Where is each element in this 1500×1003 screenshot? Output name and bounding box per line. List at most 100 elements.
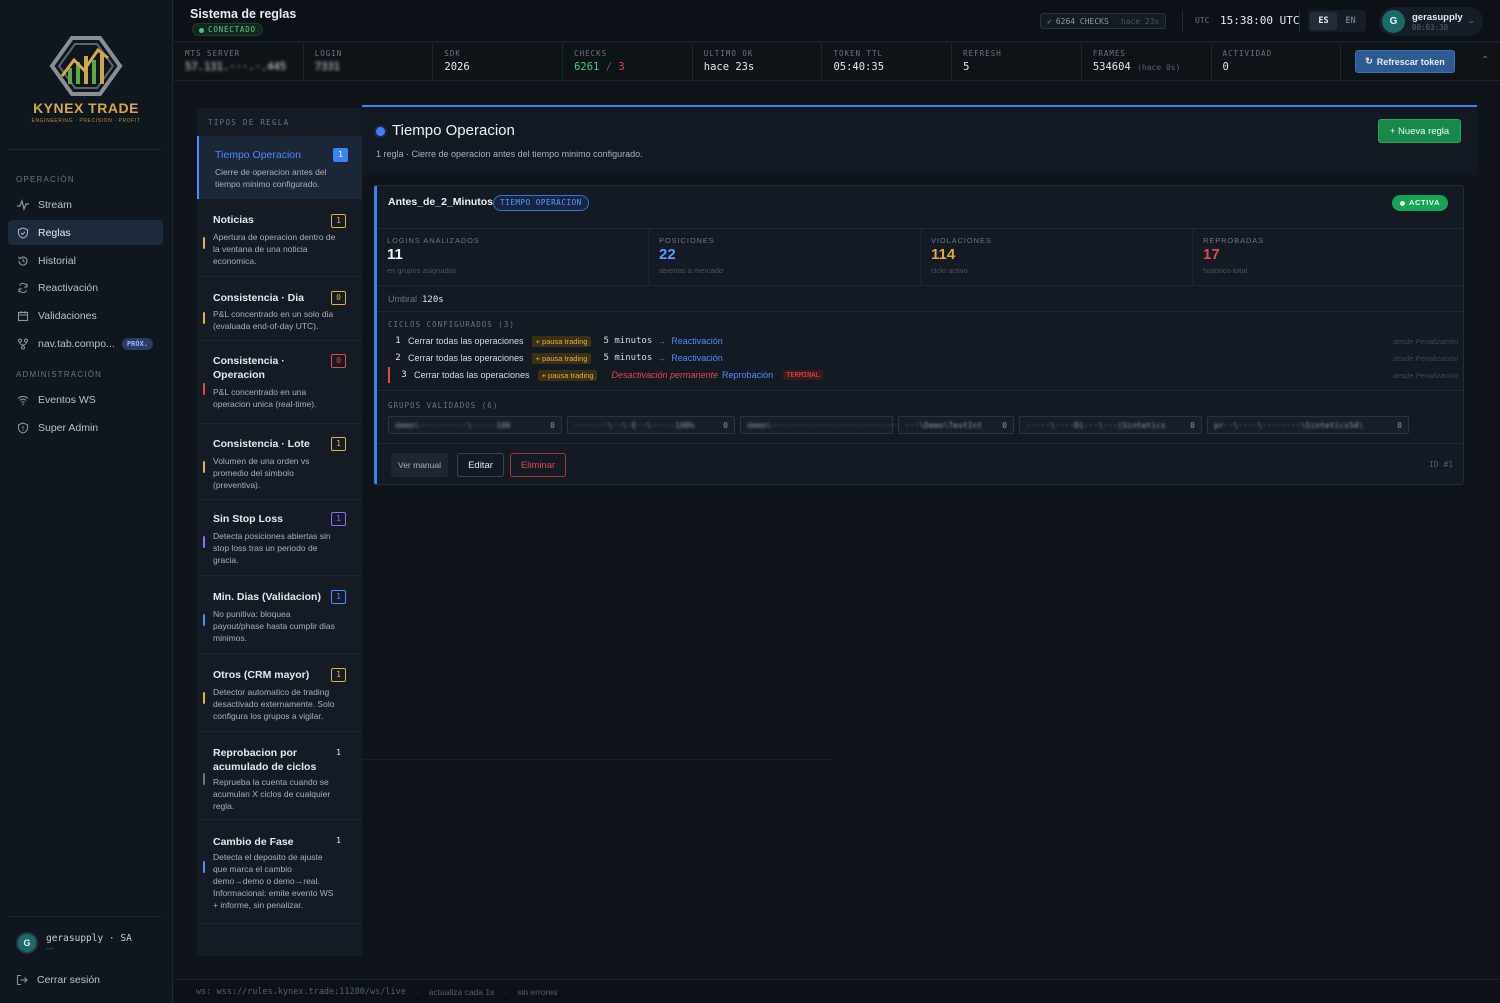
sidebar-item-historial[interactable]: Historial — [8, 248, 163, 273]
ws-endpoint: ws: wss://rules.kynex.trade:11280/ws/liv… — [196, 986, 406, 997]
pause-tag: + pausa trading — [537, 369, 598, 381]
rule-type-name: Tiempo Operacion — [215, 149, 301, 161]
lang-es-button[interactable]: ES — [1310, 12, 1337, 30]
rule-type-color-bar — [203, 312, 205, 324]
cycle-duration: 5 minutos — [603, 353, 653, 363]
stat-value: 2026 — [444, 61, 470, 73]
stat-label: TOKEN TTL — [833, 49, 884, 58]
lang-en-button[interactable]: EN — [1337, 12, 1364, 30]
group-name: demo\····························· — [747, 420, 911, 430]
sidebar-item-label: Reactivación — [38, 281, 99, 294]
rule-type-item[interactable]: Noticias Apertura de operacion dentro de … — [197, 203, 362, 277]
group-chip[interactable]: pr··\····\········\Sintetics54\ 0 — [1207, 416, 1409, 434]
activity-icon — [17, 198, 29, 211]
sidebar-item-reglas[interactable]: Reglas — [8, 220, 163, 245]
sidebar-item-label: Historial — [38, 254, 76, 267]
rule-threshold: Umbral :120s — [388, 294, 444, 305]
sidebar-divider — [8, 149, 162, 150]
delete-rule-button[interactable]: Eliminar — [510, 453, 566, 477]
refresh-token-button[interactable]: ↻ Refrescar token — [1355, 50, 1455, 73]
rule-type-item[interactable]: Consistencia · Operacion P&L concentrado … — [197, 345, 362, 424]
group-chip[interactable]: ·····\····Di···\···(Sintetics 0 — [1019, 416, 1202, 434]
brand-logo[interactable]: KYNEX TRADE ENGINEERING · PRECISION · PR… — [30, 36, 142, 126]
separator: · — [504, 986, 508, 997]
refresh-token-label: Refrescar token — [1376, 56, 1445, 67]
checks-ok: 6261 — [574, 61, 600, 73]
user-role: — — [46, 944, 54, 953]
rule-type-item[interactable]: Tiempo Operacion Cierre de operacion ante… — [197, 136, 362, 199]
rule-type-item[interactable]: Consistencia · Dia P&L concentrado en un … — [197, 282, 362, 341]
topbar: Sistema de reglas CONECTADO ✓ 6264 CHECK… — [174, 0, 1500, 42]
sidebar-item-reactivacion[interactable]: Reactivación — [8, 275, 163, 300]
stats-bar: MTS SERVER 57.131.···.·.445 LOGIN 7331 S… — [174, 43, 1500, 81]
edit-rule-button[interactable]: Editar — [457, 453, 504, 477]
rule-type-item[interactable]: Otros (CRM mayor) Detector automatico de … — [197, 657, 362, 732]
pause-tag: + pausa trading — [531, 335, 592, 347]
pause-tag: + pausa trading — [531, 352, 592, 364]
mts-server-value: 57.131.···.·.445 — [185, 61, 287, 73]
rule-type-item[interactable]: Sin Stop Loss Detecta posiciones abiertas… — [197, 502, 362, 576]
logout-button[interactable]: Cerrar sesión — [16, 974, 100, 986]
metric-logins: LOGINS ANALIZADOS 11 en grupos asignados — [377, 229, 649, 285]
cycle-next-link[interactable]: Reactivación — [671, 336, 723, 346]
group-name: ···\Demo\TestInt — [905, 420, 983, 430]
cycle-number: 2 — [395, 353, 401, 363]
sidebar-item-compo[interactable]: nav.tab.compo... PRÓX. — [8, 331, 163, 356]
metric-sub: en grupos asignados — [387, 266, 457, 275]
stat-value: 6261 / 3 — [574, 61, 692, 73]
branch-icon — [17, 338, 29, 350]
sidebar-item-stream[interactable]: Stream — [8, 192, 163, 217]
stat-label: LOGIN — [314, 49, 343, 58]
divider — [377, 311, 1464, 312]
cycle-next-link[interactable]: Reprobación — [722, 370, 773, 380]
stat-actividad: ACTIVIDAD 0 — [1212, 43, 1342, 80]
user-menu[interactable]: G gerasupply 00:03:38 ⌄ — [1379, 7, 1483, 36]
refresh-icon — [17, 282, 29, 294]
group-chip[interactable]: demo\·····························11 — [740, 416, 924, 434]
stat-value: hace 23s — [703, 61, 755, 73]
separator: · — [415, 986, 419, 997]
stat-login: LOGIN 7331 — [304, 43, 434, 80]
cycle-next-link[interactable]: Reactivación — [671, 353, 723, 363]
stat-label: ACTIVIDAD — [1222, 49, 1273, 58]
rule-type-item[interactable]: Consistencia · Lote Volumen de una orden … — [197, 426, 362, 500]
cycle-origin: desde Penalización — [1392, 353, 1458, 363]
sidebar-user[interactable]: G gerasupply · SA — — [16, 932, 132, 954]
sidebar-item-super-admin[interactable]: Super Admin — [8, 415, 163, 440]
rule-type-item[interactable]: Reprobacion por acumulado de ciclos Repru… — [197, 735, 362, 820]
rule-type-name: Noticias — [213, 214, 254, 226]
metric-sub: abiertas a mercado — [659, 266, 724, 275]
stat-label: REFRESH — [963, 49, 1002, 58]
chevron-up-icon[interactable]: ⌃ — [1481, 55, 1489, 66]
group-chip[interactable]: ·······\··\·E··\·····100% 0 — [567, 416, 735, 434]
user-name: gerasupply · SA — [46, 933, 132, 944]
rule-type-item[interactable]: Min. Dias (Validacion) No punitiva: bloqu… — [197, 580, 362, 654]
view-manual-button[interactable]: Ver manual — [391, 453, 448, 477]
metric-label: LOGINS ANALIZADOS — [387, 236, 480, 245]
threshold-label: Umbral : — [388, 294, 423, 304]
avatar: G — [1382, 10, 1405, 33]
cycle-duration: 5 minutos — [603, 336, 653, 346]
frames-value: 534604 — [1092, 61, 1131, 73]
group-name: ·····\····Di···\···(Sintetics — [1026, 420, 1166, 430]
sidebar-item-label: Stream — [38, 198, 72, 211]
metric-label: VIOLACIONES — [931, 236, 992, 245]
cycle-action: Cerrar todas las operaciones — [408, 336, 524, 346]
sidebar-item-validaciones[interactable]: Validaciones — [8, 303, 163, 328]
rule-type-count-badge: 1 — [331, 512, 346, 526]
group-chip[interactable]: demo\··········\·····100 0 — [388, 416, 562, 434]
stat-label: CHECKS — [574, 49, 608, 58]
user-name: gerasupply — [1412, 11, 1463, 23]
new-rule-button[interactable]: + Nueva regla — [1378, 119, 1461, 143]
coming-soon-badge: PRÓX. — [121, 337, 153, 350]
rule-type-header: Tiempo Operacion 1 regla · Cierre de ope… — [362, 105, 1477, 175]
metric-reprobadas: REPROBADAS 17 historico total — [1193, 229, 1464, 285]
group-chip[interactable]: ···\Demo\TestInt 0 — [898, 416, 1014, 434]
sidebar-item-eventos-ws[interactable]: Eventos WS — [8, 387, 163, 412]
group-name: pr··\····\········\Sintetics54\ — [1214, 420, 1364, 430]
rule-type-color-bar — [203, 461, 205, 473]
rule-type-item[interactable]: Cambio de Fase Detecta el deposito de aju… — [197, 824, 362, 924]
metric-sub: ciclo activo — [931, 266, 968, 275]
rule-type-name: Reprobacion por acumulado de ciclos — [213, 747, 317, 773]
metric-value: 11 — [387, 246, 403, 263]
